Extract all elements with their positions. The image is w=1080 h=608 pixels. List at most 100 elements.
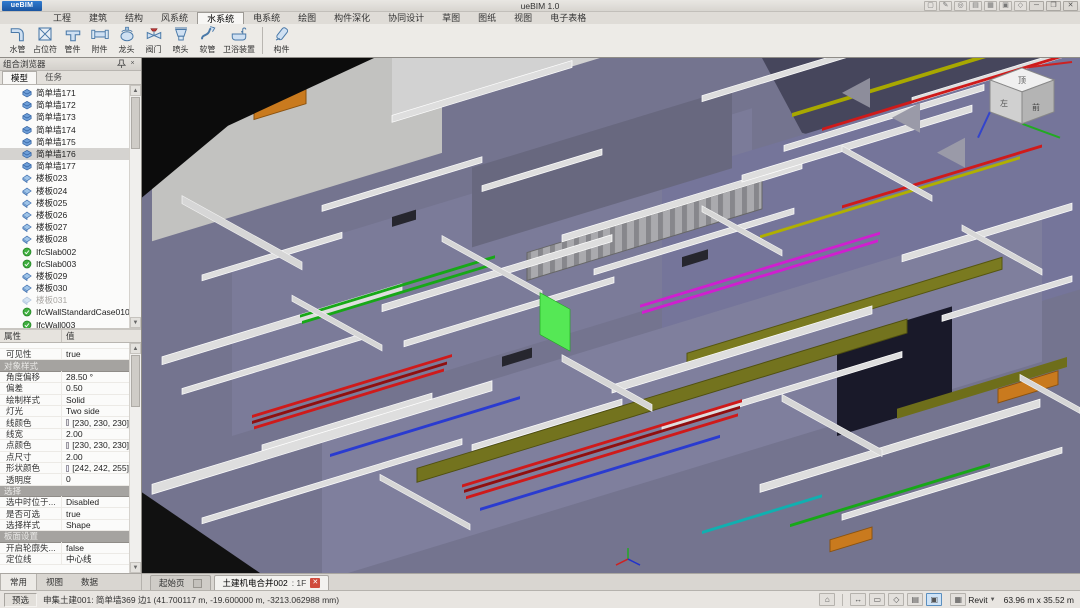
tree-item[interactable]: IfcWallStandardCase010	[0, 306, 129, 318]
ribbon-tab[interactable]: 绘图	[289, 12, 325, 24]
ribbon-tab[interactable]: 图纸	[469, 12, 505, 24]
tree-item-icon	[22, 320, 33, 330]
user-icon[interactable]: ▤	[969, 1, 982, 11]
tree-item[interactable]: IfcSlab002	[0, 245, 129, 257]
property-column-header: 属性	[0, 330, 62, 342]
minimize-button[interactable]: ─	[1029, 1, 1044, 11]
tree-scrollbar[interactable]: ▲ ▼	[129, 85, 141, 328]
ribbon-tab[interactable]: 电系统	[244, 12, 289, 24]
tool-button[interactable]: 管件	[59, 24, 86, 57]
tree-item[interactable]: 楼板025	[0, 197, 129, 209]
axonometric-icon[interactable]: ◇	[888, 593, 904, 606]
tree-item[interactable]: 楼板028	[0, 233, 129, 245]
camera-icon[interactable]: ▤	[907, 593, 923, 606]
scroll-down-icon[interactable]: ▼	[130, 562, 141, 573]
svg-text:左: 左	[1000, 98, 1008, 108]
ribbon-tab[interactable]: 风系统	[152, 12, 197, 24]
tool-button[interactable]: 水管	[4, 24, 31, 57]
browser-tab[interactable]: 任务	[37, 71, 70, 84]
scroll-down-icon[interactable]: ▼	[130, 317, 141, 328]
ribbon-tab[interactable]: 水系统	[197, 12, 244, 24]
ribbon-tab[interactable]: 视图	[505, 12, 541, 24]
tree-item-icon	[22, 137, 33, 147]
tree-item[interactable]: 简单墙174	[0, 124, 129, 136]
fit-view-icon[interactable]: ↔	[850, 593, 866, 606]
tool-label: 软管	[200, 44, 216, 55]
tree-item[interactable]: 简单墙177	[0, 160, 129, 172]
ribbon-tab[interactable]: 电子表格	[541, 12, 595, 24]
tree-item[interactable]: 楼板029	[0, 270, 129, 282]
ribbon-tab-bar: 工程建筑结构风系统水系统电系统绘图构件深化协同设计草图图纸视图电子表格	[0, 12, 1080, 24]
ribbon-tab[interactable]: 草图	[433, 12, 469, 24]
tool-button[interactable]: 卫浴装置	[221, 24, 257, 57]
tree-item[interactable]: 楼板024	[0, 185, 129, 197]
engine-selector[interactable]: ▦ Revit ▼	[950, 593, 995, 606]
tool-button[interactable]: 附件	[86, 24, 113, 57]
status-message: 申集土建001: 简单墙369 边1 (41.700117 m, -19.600…	[43, 594, 819, 606]
sidebar-bottom-tab[interactable]: 视图	[37, 574, 72, 590]
ribbon-tab[interactable]: 工程	[44, 12, 80, 24]
tool-button[interactable]: 龙头	[113, 24, 140, 57]
tool-button[interactable]: 阀门	[140, 24, 167, 57]
tab-page-icon	[193, 579, 202, 588]
target-icon[interactable]: ◎	[954, 1, 967, 11]
tree-item[interactable]: 简单墙176	[0, 148, 129, 160]
tree-item[interactable]: 楼板030	[0, 282, 129, 294]
sidebar-bottom-tab[interactable]: 数据	[72, 574, 107, 590]
ribbon-tab[interactable]: 构件深化	[325, 12, 379, 24]
browser-tabs: 模型任务	[0, 71, 141, 85]
restore-button[interactable]: ❐	[1046, 1, 1061, 11]
tree-item[interactable]: 简单墙171	[0, 87, 129, 99]
browser-tab[interactable]: 模型	[2, 71, 37, 84]
tree-item[interactable]: 简单墙175	[0, 136, 129, 148]
tree-item[interactable]: 楼板026	[0, 209, 129, 221]
sidebar-bottom-tab[interactable]: 常用	[0, 574, 37, 590]
tree-item[interactable]: IfcWall003	[0, 319, 129, 330]
property-scrollbar[interactable]: ▲ ▼	[129, 343, 141, 573]
folder-icon[interactable]: ▦	[984, 1, 997, 11]
shaded-view-icon[interactable]: ▣	[926, 593, 942, 606]
document-tab[interactable]: 土建机电合并002 : 1F ✕	[214, 575, 330, 590]
tool-label: 构件	[274, 44, 290, 55]
tool-icon	[9, 25, 27, 43]
tree-item-icon	[22, 149, 33, 159]
3d-model-canvas: 顶 左 前	[142, 58, 1080, 573]
tool-button[interactable]: 软管	[194, 24, 221, 57]
scroll-thumb[interactable]	[131, 355, 140, 407]
document-tab[interactable]: 起始页 ✕	[150, 575, 211, 590]
tree-item[interactable]: 简单墙172	[0, 99, 129, 111]
scroll-up-icon[interactable]: ▲	[130, 343, 141, 354]
tool-button[interactable]: 构件	[268, 24, 295, 57]
tree-item[interactable]: 简单墙173	[0, 111, 129, 123]
pin-icon[interactable]	[116, 59, 127, 69]
window-controls: ▢ ✎ ◎ ▤ ▦ ▣ ◇ ─ ❐ ✕	[924, 1, 1078, 11]
tool-button[interactable]: 喷头	[167, 24, 194, 57]
tool-button[interactable]: 占位符	[31, 24, 59, 57]
scroll-up-icon[interactable]: ▲	[130, 85, 141, 96]
wireframe-icon[interactable]: ▭	[869, 593, 885, 606]
tab-close-icon[interactable]: ✕	[310, 578, 320, 588]
edit-icon[interactable]: ✎	[939, 1, 952, 11]
tree-item[interactable]: 楼板027	[0, 221, 129, 233]
tree-item[interactable]: 楼板023	[0, 172, 129, 184]
close-panel-icon[interactable]: ×	[127, 59, 138, 69]
tree-item[interactable]: 楼板031	[0, 294, 129, 306]
ribbon-tab[interactable]: 结构	[116, 12, 152, 24]
scroll-thumb[interactable]	[131, 97, 140, 149]
model-tree: 简单墙171 简单墙172 简单墙173 简单墙174 简单墙175	[0, 85, 141, 330]
ribbon-tab[interactable]: 建筑	[80, 12, 116, 24]
close-button[interactable]: ✕	[1063, 1, 1078, 11]
tool-icon	[118, 25, 136, 43]
property-row[interactable]: 定位线 中心线	[0, 554, 129, 565]
tree-item-icon	[22, 295, 33, 305]
info-icon[interactable]: ◇	[1014, 1, 1027, 11]
tool-icon	[273, 25, 291, 43]
ribbon-tab[interactable]: 协同设计	[379, 12, 433, 24]
package-icon[interactable]: ▣	[999, 1, 1012, 11]
viewport-3d[interactable]: 顶 左 前	[142, 58, 1080, 573]
new-file-icon[interactable]: ▢	[924, 1, 937, 11]
tree-item[interactable]: IfcSlab003	[0, 258, 129, 270]
home-view-icon[interactable]: ⌂	[819, 593, 835, 606]
tree-item-icon	[22, 234, 33, 244]
tool-icon	[145, 25, 163, 43]
